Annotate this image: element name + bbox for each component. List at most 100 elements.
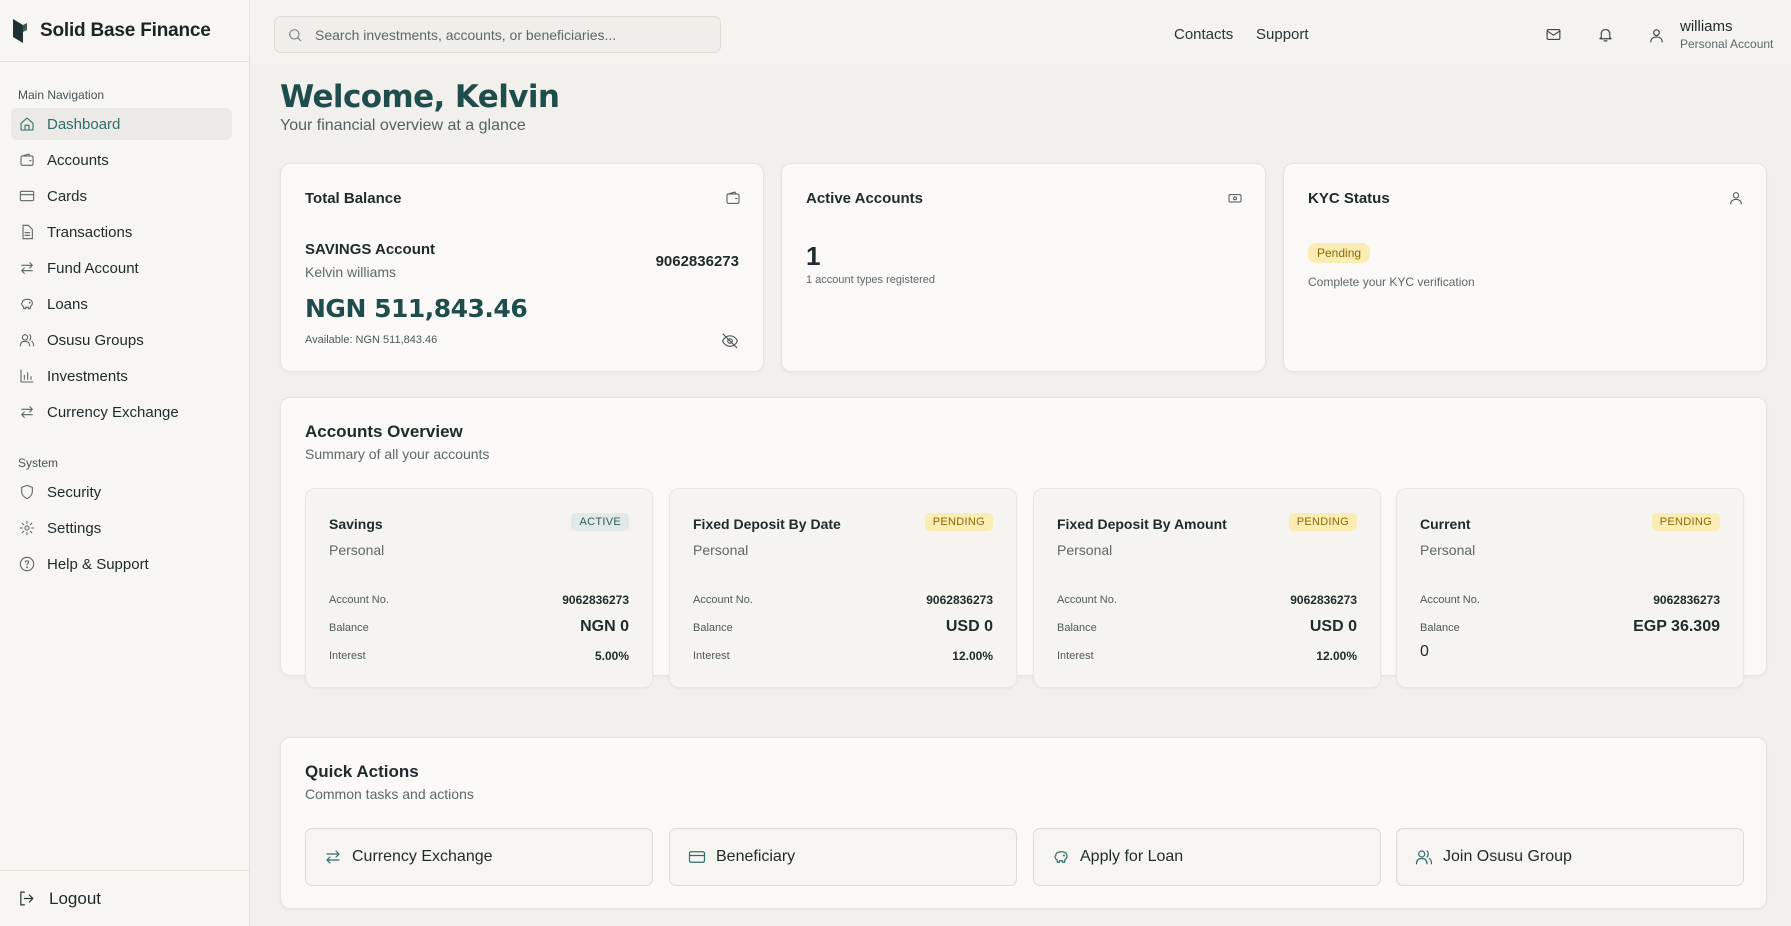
sidebar-item-security[interactable]: Security: [11, 476, 232, 508]
balance-amount: NGN 511,843.46: [305, 294, 528, 323]
bell-icon[interactable]: [1597, 26, 1614, 43]
account-type: Personal: [1057, 542, 1113, 558]
card-title: Total Balance: [305, 190, 402, 207]
status-badge: PENDING: [924, 513, 993, 531]
sidebar-item-currency-exchange[interactable]: Currency Exchange: [11, 396, 232, 428]
account-type: Personal: [329, 542, 385, 558]
status-badge: PENDING: [1288, 513, 1357, 531]
account-card-current[interactable]: Current PENDING Personal Account No. 906…: [1396, 488, 1744, 688]
sidebar-item-label: Security: [47, 483, 102, 501]
sidebar-item-label: Transactions: [47, 223, 133, 241]
account-card-fixed-deposit-amount[interactable]: Fixed Deposit By Amount PENDING Personal…: [1033, 488, 1381, 688]
main-content: Welcome, Kelvin Your financial overview …: [280, 64, 1768, 909]
total-balance-card: Total Balance SAVINGS Account Kelvin wil…: [280, 163, 764, 372]
piggy-bank-icon: [21, 298, 33, 310]
savings-account-title: SAVINGS Account: [305, 241, 436, 258]
sidebar-item-dashboard[interactable]: Dashboard: [11, 108, 232, 140]
brand[interactable]: Solid Base Finance: [0, 0, 249, 62]
wallet-icon: [20, 153, 34, 166]
exchange-icon: [21, 406, 33, 418]
section-title: Quick Actions: [305, 762, 419, 781]
interest-label: Interest: [329, 650, 366, 662]
exchange-icon: [326, 850, 340, 864]
account-number: 9062836273: [655, 253, 739, 270]
sidebar-item-accounts[interactable]: Accounts: [11, 144, 232, 176]
gear-icon: [19, 520, 35, 536]
account-no-label: Account No.: [693, 594, 753, 606]
mail-icon[interactable]: [1545, 26, 1562, 43]
help-circle-icon: [19, 556, 35, 572]
status-badge: ACTIVE: [571, 513, 629, 531]
sidebar-item-label: Fund Account: [47, 259, 139, 277]
piggy-bank-icon: [1054, 851, 1068, 863]
account-no-label: Account No.: [1057, 594, 1117, 606]
interest-value: 12.00%: [952, 649, 993, 663]
account-owner: Kelvin williams: [305, 264, 397, 280]
section-subtitle: Common tasks and actions: [305, 786, 474, 802]
system-heading: System: [18, 456, 59, 470]
sidebar-item-investments[interactable]: Investments: [11, 360, 232, 392]
topbar: Contacts Support williams Personal Accou…: [250, 0, 1791, 64]
user-account-type: Personal Account: [1680, 37, 1774, 51]
support-link[interactable]: Support: [1256, 26, 1309, 43]
active-accounts-count: 1: [806, 241, 821, 271]
sidebar-item-settings[interactable]: Settings: [11, 512, 232, 544]
sidebar-item-osusu-groups[interactable]: Osusu Groups: [11, 324, 232, 356]
interest-value: 12.00%: [1316, 649, 1357, 663]
balance-value: USD 0: [945, 618, 993, 635]
account-no-label: Account No.: [329, 594, 389, 606]
sidebar-item-transactions[interactable]: Transactions: [11, 216, 232, 248]
balance-value: NGN 0: [580, 618, 629, 635]
bar-chart-icon: [20, 369, 34, 383]
sidebar-item-label: Help & Support: [47, 555, 149, 573]
card-title: KYC Status: [1308, 190, 1390, 207]
balance-label: Balance: [1057, 622, 1097, 634]
account-card-fixed-deposit-date[interactable]: Fixed Deposit By Date PENDING Personal A…: [669, 488, 1017, 688]
shield-icon: [21, 484, 33, 500]
sidebar-item-help-support[interactable]: Help & Support: [11, 548, 232, 580]
interest-value: 0: [1420, 643, 1429, 660]
account-type: Personal: [693, 542, 749, 558]
brand-name: Solid Base Finance: [40, 19, 211, 41]
user-icon[interactable]: [1648, 27, 1665, 44]
currency-exchange-button[interactable]: Currency Exchange: [305, 828, 653, 886]
card-icon: [688, 851, 706, 863]
users-icon: [19, 334, 35, 347]
user-name[interactable]: williams: [1680, 18, 1733, 35]
brand-logo-icon: [13, 18, 27, 43]
account-name: Fixed Deposit By Amount: [1057, 516, 1227, 532]
home-icon: [20, 117, 34, 131]
active-accounts-card: Active Accounts 1 1 account types regist…: [781, 163, 1266, 372]
beneficiary-button[interactable]: Beneficiary: [669, 828, 1017, 886]
account-no-value: 9062836273: [926, 593, 993, 607]
search-box[interactable]: [274, 16, 721, 53]
sidebar-item-cards[interactable]: Cards: [11, 180, 232, 212]
button-label: Apply for Loan: [1080, 848, 1184, 865]
sidebar-item-label: Investments: [47, 367, 128, 385]
balance-value: USD 0: [1309, 618, 1357, 635]
eye-off-icon[interactable]: [721, 332, 739, 350]
interest-label: Interest: [1057, 650, 1094, 662]
interest-value: 5.00%: [594, 649, 629, 663]
wallet-icon: [726, 191, 740, 204]
search-input[interactable]: [315, 26, 715, 43]
user-icon: [1730, 192, 1742, 205]
button-label: Beneficiary: [716, 848, 796, 865]
sidebar: Solid Base Finance Main Navigation Dashb…: [0, 0, 250, 926]
kyc-status-card: KYC Status Pending Complete your KYC ver…: [1283, 163, 1767, 372]
sidebar-item-loans[interactable]: Loans: [11, 288, 232, 320]
account-card-savings[interactable]: Savings ACTIVE Personal Account No. 9062…: [305, 488, 653, 688]
users-icon: [1415, 850, 1433, 865]
logout-icon: [20, 891, 34, 906]
account-name: Savings: [329, 516, 383, 532]
exchange-icon: [21, 262, 33, 274]
account-no-value: 9062836273: [1653, 593, 1720, 607]
contacts-link[interactable]: Contacts: [1174, 26, 1233, 43]
balance-value: EGP 36.309: [1633, 618, 1720, 635]
join-osusu-group-button[interactable]: Join Osusu Group: [1396, 828, 1744, 886]
sidebar-item-label: Dashboard: [47, 115, 121, 133]
logout-button[interactable]: Logout: [0, 870, 249, 926]
sidebar-item-label: Currency Exchange: [47, 403, 179, 421]
sidebar-item-fund-account[interactable]: Fund Account: [11, 252, 232, 284]
apply-for-loan-button[interactable]: Apply for Loan: [1033, 828, 1381, 886]
